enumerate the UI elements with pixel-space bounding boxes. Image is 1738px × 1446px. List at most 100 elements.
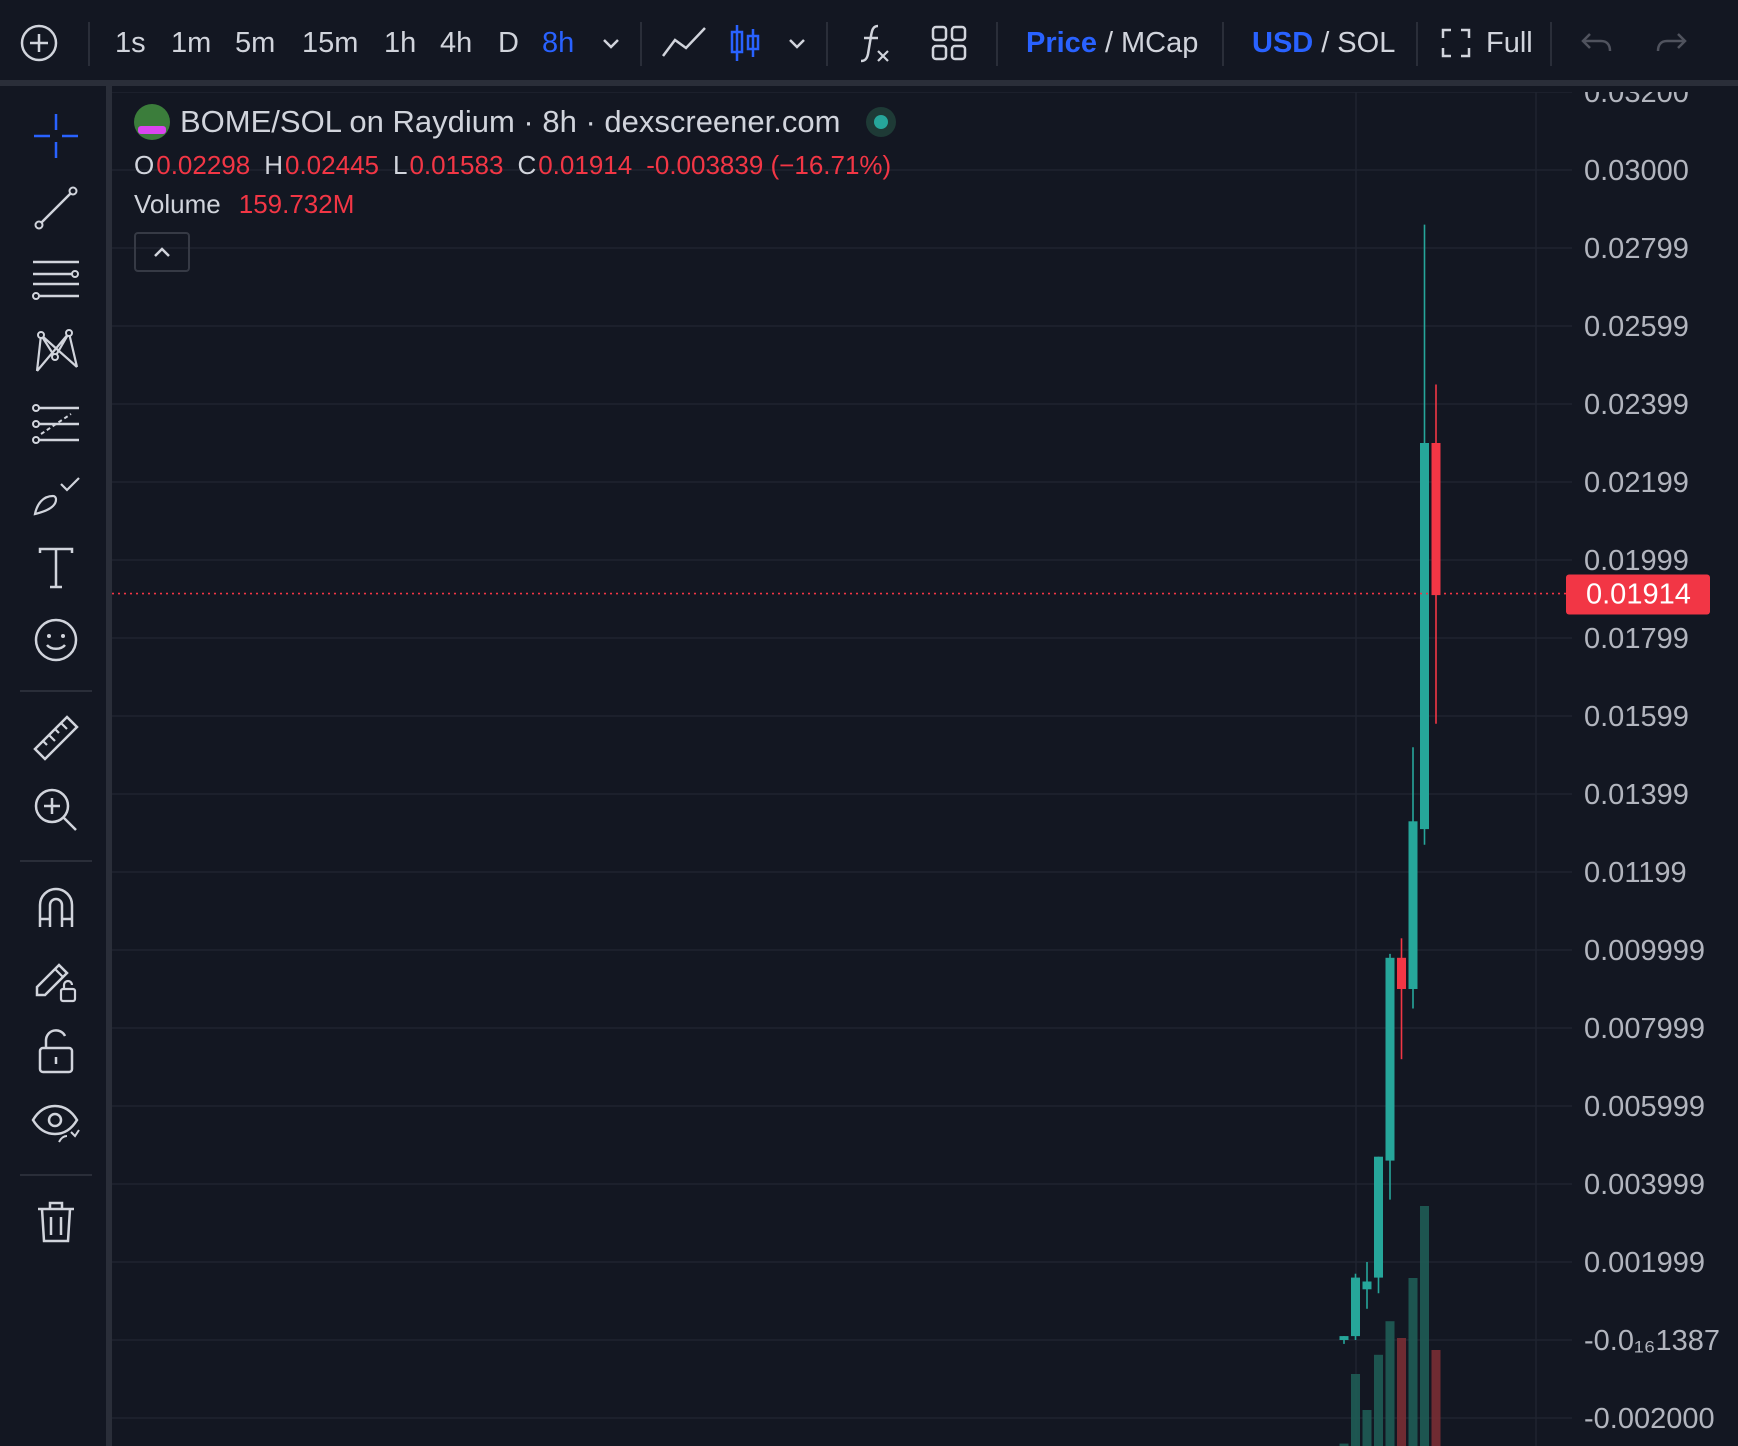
price-tick-label: 0.01199 [1584, 857, 1687, 889]
lock-drawing-tool[interactable] [28, 952, 84, 1008]
volume-bar [1351, 1374, 1360, 1446]
brush-tool[interactable] [28, 468, 84, 524]
line-chart-button[interactable] [660, 0, 708, 86]
chart-legend: BOME/SOL on Raydium · 8h · dexscreener.c… [134, 100, 905, 224]
price-tick-label: 0.02799 [1584, 233, 1689, 265]
interval-1s[interactable]: 1s [115, 0, 146, 86]
crosshair-tool[interactable] [28, 108, 84, 164]
volume-bar [1431, 1350, 1441, 1446]
horizontal-lines-icon [32, 260, 79, 300]
price-label: Price [1026, 26, 1097, 59]
interval-1h[interactable]: 1h [384, 0, 416, 86]
interval-1m[interactable]: 1m [171, 0, 211, 86]
zoom-tool[interactable] [28, 782, 84, 838]
price-tick-label: 0.003999 [1584, 1169, 1705, 1201]
grid-icon [931, 25, 967, 61]
candles-icon [730, 25, 760, 61]
pattern-tool[interactable] [28, 324, 84, 380]
candle-body [1362, 1281, 1372, 1290]
brush-icon [33, 477, 80, 516]
toolbar-divider [996, 22, 998, 66]
chevron-up-icon [154, 247, 170, 257]
redo-icon [1656, 33, 1687, 52]
magnet-icon [38, 887, 74, 927]
magnet-tool[interactable] [28, 880, 84, 936]
smiley-icon [34, 618, 78, 662]
pencil-lock-icon [35, 963, 77, 1003]
volume-bar [1362, 1410, 1372, 1446]
volume-bar [1420, 1206, 1429, 1446]
volume-bar [1374, 1354, 1383, 1446]
price-tick-label: 0.005999 [1584, 1091, 1705, 1123]
chart-toolbar: 1s 1m 5m 15m 1h 4h D 8h Price / MCap USD… [0, 0, 1738, 86]
ohlc-row: O 0.02298 H 0.02445 L 0.01583 C 0.01914 -0.0… [134, 146, 905, 184]
trend-line-tool[interactable] [28, 180, 84, 236]
price-chart[interactable]: 0.03200 0.03000 0.02799 0.02599 0.02399 0.021… [112, 92, 1738, 1446]
interval-4h[interactable]: 4h [440, 0, 472, 86]
emoji-tool[interactable] [28, 612, 84, 668]
horizontal-lines-tool[interactable] [28, 252, 84, 308]
toggle-separator: / [1104, 26, 1114, 59]
price-mcap-toggle[interactable]: Price / MCap [1026, 0, 1198, 86]
chevron-down-icon [603, 39, 619, 49]
toolbar-divider [20, 690, 92, 692]
candle-body [1351, 1277, 1360, 1337]
eye-icon [31, 1104, 80, 1143]
token-logo [134, 104, 170, 140]
toolbar-divider [1550, 22, 1552, 66]
high-value: 0.02445 [285, 149, 379, 180]
ruler-icon [33, 715, 79, 761]
candles-chart-button[interactable] [728, 0, 762, 86]
interval-15m[interactable]: 15m [302, 0, 358, 86]
interval-5m[interactable]: 5m [235, 0, 275, 86]
volume-label: Volume [134, 188, 221, 219]
price-tick-label: 0.03200 [1584, 92, 1689, 109]
function-icon [860, 24, 889, 63]
symbol-title-row: BOME/SOL on Raydium · 8h · dexscreener.c… [134, 100, 905, 144]
trash-icon [38, 1201, 74, 1243]
fullscreen-button[interactable]: Full [1440, 0, 1533, 86]
open-value: 0.02298 [156, 149, 251, 180]
price-tick-label: 0.01999 [1584, 545, 1689, 577]
candle-body [1408, 821, 1418, 989]
price-tick-label: 0.01799 [1584, 623, 1689, 655]
pattern-icon [35, 329, 79, 372]
interval-d[interactable]: D [498, 0, 519, 86]
change-value: -0.003839 (−16.71%) [646, 149, 892, 180]
price-tick-label: -0.002000 [1584, 1403, 1715, 1435]
crosshair-icon [34, 114, 78, 158]
fib-tool[interactable] [28, 396, 84, 452]
lock-all-tool[interactable] [28, 1024, 84, 1080]
chart-type-dropdown[interactable] [786, 0, 808, 86]
price-tick-label: 0.01399 [1584, 779, 1689, 811]
indicators-button[interactable] [858, 0, 894, 86]
hide-drawings-tool[interactable] [28, 1096, 84, 1152]
text-tool[interactable] [28, 540, 84, 596]
open-key: O [134, 149, 155, 180]
high-key: H [264, 149, 283, 180]
price-tick-label: 0.007999 [1584, 1013, 1705, 1045]
drawing-toolbar [0, 86, 112, 1446]
interval-dropdown[interactable] [600, 0, 622, 86]
redo-button[interactable] [1654, 0, 1688, 86]
mcap-label: MCap [1121, 26, 1199, 59]
undo-button[interactable] [1580, 0, 1614, 86]
layouts-button[interactable] [930, 0, 968, 86]
unlock-icon [38, 1029, 74, 1074]
text-icon [38, 547, 74, 589]
remove-drawings-tool[interactable] [28, 1194, 84, 1250]
price-tick-label: 0.01599 [1584, 701, 1689, 733]
symbol-title: BOME/SOL on Raydium · 8h · dexscreener.c… [180, 104, 841, 139]
chevron-down-icon [789, 39, 805, 49]
measure-tool[interactable] [28, 710, 84, 766]
price-tick-label: -0.0₁₆1387 [1584, 1325, 1720, 1357]
volume-row: Volume 159.732M [134, 184, 905, 224]
low-value: 0.01583 [409, 149, 504, 180]
interval-8h[interactable]: 8h [542, 0, 574, 86]
toggle-separator: / [1321, 26, 1330, 59]
add-symbol-button[interactable] [18, 0, 60, 86]
collapse-legend-button[interactable] [134, 232, 190, 272]
toolbar-divider [1416, 22, 1418, 66]
usd-label: USD [1252, 26, 1314, 59]
usd-sol-toggle[interactable]: USD / SOL [1252, 0, 1395, 86]
